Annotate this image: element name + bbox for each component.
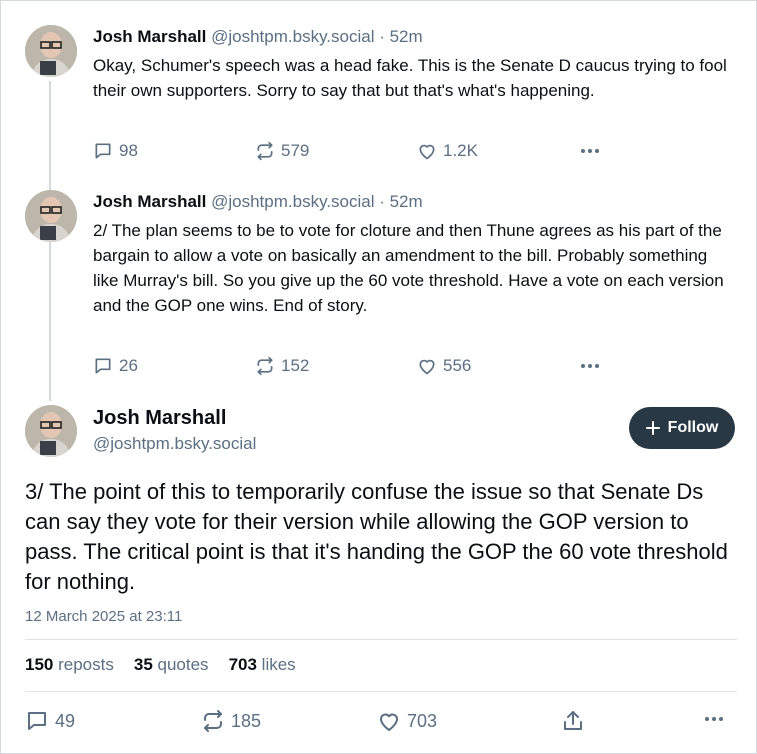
divider xyxy=(25,691,737,692)
like-count: 556 xyxy=(443,356,472,375)
share-icon xyxy=(564,711,582,730)
reply-button[interactable]: 98 xyxy=(93,141,138,161)
repost-button[interactable]: 185 xyxy=(201,709,261,733)
post-header: Josh Marshall @joshtpm.bsky.social · 52m xyxy=(93,25,737,49)
likes-stat-count: 703 xyxy=(228,655,257,674)
reply-count: 49 xyxy=(55,710,76,731)
post-content: Josh Marshall @joshtpm.bsky.social · 52m… xyxy=(93,25,737,103)
like-button[interactable]: 703 xyxy=(377,709,437,733)
reply-button[interactable]: 49 xyxy=(25,709,75,733)
quotes-stat-count: 35 xyxy=(133,655,153,674)
post-timestamp[interactable]: 12 March 2025 at 23:11 xyxy=(25,608,182,625)
like-count: 1.2K xyxy=(443,141,478,160)
reply-button[interactable]: 26 xyxy=(93,356,138,376)
avatar[interactable] xyxy=(25,25,77,77)
speech-bubble-icon xyxy=(95,358,111,374)
author-handle[interactable]: @joshtpm.bsky.social · 52m xyxy=(211,27,423,46)
more-button[interactable] xyxy=(579,141,601,161)
post-actions: 26 152 556 xyxy=(93,356,653,378)
repost-arrows-icon xyxy=(204,710,222,732)
plus-icon xyxy=(645,421,660,435)
speech-bubble-icon xyxy=(28,712,46,730)
reposts-stat[interactable]: 150 reposts xyxy=(25,655,114,675)
repost-button[interactable]: 579 xyxy=(255,141,309,161)
repost-count: 579 xyxy=(281,141,310,160)
more-button[interactable] xyxy=(703,709,725,729)
repost-count: 152 xyxy=(281,356,310,375)
avatar[interactable] xyxy=(25,190,77,242)
likes-stat[interactable]: 703 likes xyxy=(229,655,296,675)
post-actions: 49 185 703 xyxy=(25,709,737,733)
repost-count: 185 xyxy=(231,710,262,731)
repost-button[interactable]: 152 xyxy=(255,356,309,376)
ellipsis-icon xyxy=(581,149,599,153)
ellipsis-icon xyxy=(581,364,599,368)
follow-button[interactable]: Follow xyxy=(629,407,735,449)
engagement-stats: 150 reposts 35 quotes 703 likes xyxy=(25,655,296,675)
divider xyxy=(25,639,737,640)
follow-label: Follow xyxy=(667,419,719,436)
likes-stat-label: likes xyxy=(261,655,296,674)
ellipsis-icon xyxy=(705,717,723,721)
post-header: Josh Marshall @joshtpm.bsky.social · 52m xyxy=(93,190,737,214)
author-name[interactable]: Josh Marshall xyxy=(93,192,206,211)
heart-icon xyxy=(380,713,398,731)
like-button[interactable]: 1.2K xyxy=(417,141,478,161)
reposts-stat-label: reposts xyxy=(58,655,114,674)
post-text: Okay, Schumer's speech was a head fake. … xyxy=(93,56,727,100)
reply-count: 98 xyxy=(119,141,138,160)
author-handle[interactable]: @joshtpm.bsky.social · 52m xyxy=(211,192,423,211)
post-actions: 98 579 1.2K xyxy=(93,141,653,163)
repost-arrows-icon xyxy=(257,356,273,376)
reposts-stat-count: 150 xyxy=(25,655,54,674)
post-text: 2/ The plan seems to be to vote for clot… xyxy=(93,221,724,315)
post-thread-card: Josh Marshall @joshtpm.bsky.social · 52m… xyxy=(0,0,757,754)
heart-icon xyxy=(419,144,435,160)
share-button[interactable] xyxy=(561,709,585,733)
like-count: 703 xyxy=(407,710,438,731)
reply-count: 26 xyxy=(119,356,138,375)
author-handle[interactable]: @joshtpm.bsky.social xyxy=(93,434,256,454)
like-button[interactable]: 556 xyxy=(417,356,471,376)
heart-icon xyxy=(419,359,435,375)
post-content: Josh Marshall @joshtpm.bsky.social · 52m… xyxy=(93,190,737,318)
author-name[interactable]: Josh Marshall xyxy=(93,27,206,46)
quotes-stat-label: quotes xyxy=(157,655,209,674)
quotes-stat[interactable]: 35 quotes xyxy=(134,655,209,675)
speech-bubble-icon xyxy=(95,143,111,159)
repost-arrows-icon xyxy=(257,141,273,161)
more-button[interactable] xyxy=(579,356,601,376)
avatar[interactable] xyxy=(25,405,77,457)
author-name[interactable]: Josh Marshall xyxy=(93,407,226,430)
post-text: 3/ The point of this to temporarily conf… xyxy=(25,479,728,594)
